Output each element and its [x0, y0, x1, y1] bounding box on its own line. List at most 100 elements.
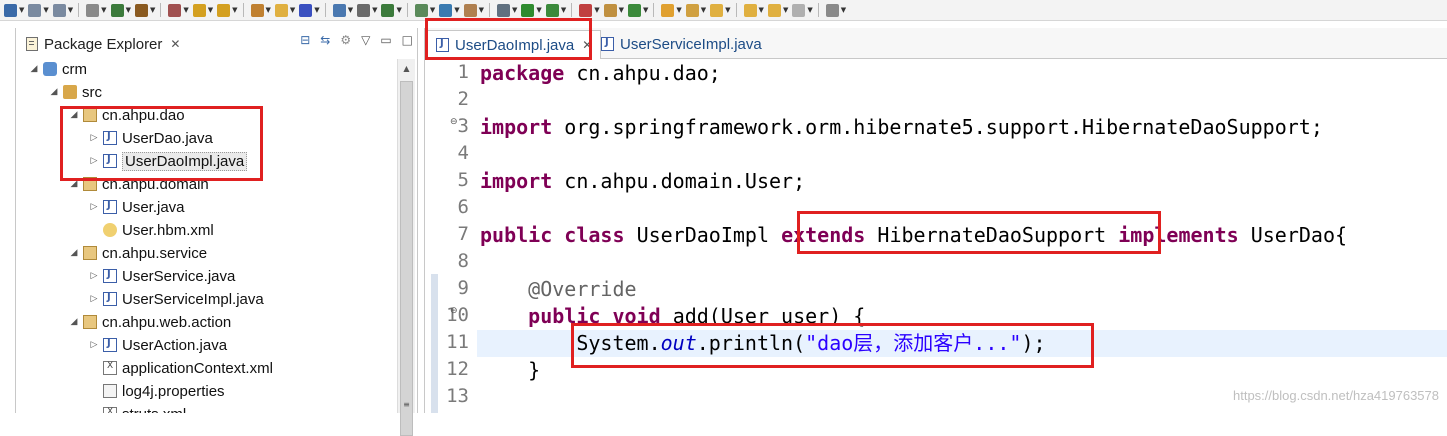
chevron-down-icon[interactable]: ▼: [676, 6, 681, 14]
chevron-down-icon[interactable]: ▼: [126, 6, 131, 14]
coverage-button[interactable]: ▼: [545, 2, 566, 18]
server-button[interactable]: ▼: [497, 2, 517, 18]
chevron-down-icon[interactable]: ▼: [290, 6, 295, 14]
chevron-down-icon[interactable]: ▼: [619, 6, 624, 14]
chevron-down-icon[interactable]: ▼: [266, 6, 271, 14]
save-button[interactable]: ▼: [28, 2, 49, 18]
build-button[interactable]: ▼: [168, 2, 189, 18]
next-annotation-button[interactable]: ▼: [710, 2, 731, 18]
tree-item[interactable]: applicationContext.xml: [88, 357, 273, 379]
search-button[interactable]: ▼: [332, 2, 353, 18]
expanded-twisty-icon[interactable]: ◢: [68, 317, 80, 327]
package-explorer-tab[interactable]: Package Explorer ✕: [16, 30, 180, 58]
run-button[interactable]: ▼: [521, 2, 542, 18]
tree-item[interactable]: ◢ cn.ahpu.domain: [68, 173, 209, 195]
forward-button[interactable]: ▼: [792, 2, 813, 18]
expanded-twisty-icon[interactable]: ◢: [48, 87, 60, 97]
package-button[interactable]: ▼: [250, 2, 271, 18]
tree-item[interactable]: ▷ UserServiceImpl.java: [88, 288, 264, 310]
collapsed-twisty-icon[interactable]: ▷: [88, 202, 100, 212]
tree-item[interactable]: ◢ crm: [28, 58, 87, 80]
undo-button[interactable]: ▼: [192, 2, 213, 18]
chevron-down-icon[interactable]: ▼: [101, 6, 106, 14]
tree-item[interactable]: ◢ cn.ahpu.service: [68, 242, 208, 264]
close-icon[interactable]: ✕: [170, 37, 180, 51]
chevron-down-icon[interactable]: ▼: [314, 6, 319, 14]
chevron-down-icon[interactable]: ▼: [454, 6, 459, 14]
new-class-button[interactable]: ▼: [381, 2, 402, 18]
collapsed-twisty-icon[interactable]: ▷: [88, 156, 100, 166]
collapsed-twisty-icon[interactable]: ▷: [88, 294, 100, 304]
chevron-down-icon[interactable]: ▼: [208, 6, 213, 14]
scroll-up-icon[interactable]: ▲: [398, 61, 415, 77]
tree-item[interactable]: ▷ UserDaoImpl.java: [88, 150, 248, 172]
tree-item[interactable]: User.hbm.xml: [88, 219, 214, 241]
chevron-down-icon[interactable]: ▼: [536, 6, 541, 14]
expanded-twisty-icon[interactable]: ◢: [68, 179, 80, 189]
code-area[interactable]: 1 2 3 4 5 6 7 8 9 10 11 12 13 ⊖ ⊖ package cn.ahpu.dao;…: [425, 59, 1447, 413]
tree-item[interactable]: ▷ UserDao.java: [88, 127, 213, 149]
chevron-down-icon[interactable]: ▼: [725, 6, 730, 14]
chevron-down-icon[interactable]: ▼: [807, 6, 812, 14]
tree-scrollbar[interactable]: ▲ ≡: [397, 59, 415, 436]
chevron-down-icon[interactable]: ▼: [396, 6, 401, 14]
cube-button[interactable]: ▼: [299, 2, 320, 18]
tree-item[interactable]: ◢ cn.ahpu.web.action: [68, 311, 232, 333]
folder-button[interactable]: ▼: [274, 2, 295, 18]
chevron-down-icon[interactable]: ▼: [841, 6, 846, 14]
chevron-down-icon[interactable]: ▼: [643, 6, 648, 14]
refresh-button[interactable]: ▼: [627, 2, 648, 18]
chevron-down-icon[interactable]: ▼: [561, 6, 566, 14]
link-with-editor-icon[interactable]: ⇆: [320, 33, 330, 47]
expanded-twisty-icon[interactable]: ◢: [68, 110, 80, 120]
collapsed-twisty-icon[interactable]: ▷: [88, 271, 100, 281]
fold-icon[interactable]: ⊖: [450, 117, 458, 127]
open-type-button[interactable]: ▼: [603, 2, 624, 18]
minimize-icon[interactable]: ▭: [380, 33, 391, 47]
tree-item[interactable]: ▷ UserService.java: [88, 265, 236, 287]
new-file-button[interactable]: ▼: [414, 2, 435, 18]
focus-icon[interactable]: ⚙: [340, 33, 351, 47]
tree-item[interactable]: ▷ User.java: [88, 196, 185, 218]
tree-item[interactable]: ◢ cn.ahpu.dao: [68, 104, 185, 126]
tab-userdaoimpl[interactable]: UserDaoImpl.java ✕: [427, 30, 602, 59]
chevron-down-icon[interactable]: ▼: [701, 6, 706, 14]
new-button[interactable]: ▼: [4, 2, 24, 18]
redo-button[interactable]: ▼: [217, 2, 238, 18]
tree-item[interactable]: ▷ UserAction.java: [88, 334, 228, 356]
expanded-twisty-icon[interactable]: ◢: [28, 64, 40, 74]
chevron-down-icon[interactable]: ▼: [232, 6, 237, 14]
tree-item[interactable]: struts.xml: [88, 403, 186, 413]
chevron-down-icon[interactable]: ▼: [19, 6, 24, 14]
tree-item[interactable]: log4j.properties: [88, 380, 225, 402]
save-all-button[interactable]: ▼: [52, 2, 73, 18]
chevron-down-icon[interactable]: ▼: [430, 6, 435, 14]
chevron-down-icon[interactable]: ▼: [348, 6, 353, 14]
scroll-thumb[interactable]: [400, 81, 413, 436]
globe-button[interactable]: ▼: [439, 2, 460, 18]
chevron-down-icon[interactable]: ▼: [594, 6, 599, 14]
chevron-down-icon[interactable]: ▼: [512, 6, 517, 14]
open-folder-button[interactable]: ▼: [661, 2, 682, 18]
chevron-down-icon[interactable]: ▼: [68, 6, 73, 14]
back-button[interactable]: ▼: [767, 2, 788, 18]
chevron-down-icon[interactable]: ▼: [372, 6, 377, 14]
pin-button[interactable]: ▼: [825, 2, 846, 18]
previous-annotation-button[interactable]: ▼: [743, 2, 764, 18]
collapsed-twisty-icon[interactable]: ▷: [88, 340, 100, 350]
maximize-icon[interactable]: □: [402, 33, 413, 47]
external-tools-button[interactable]: ▼: [579, 2, 600, 18]
tree-item[interactable]: ◢ src: [48, 81, 102, 103]
close-icon[interactable]: ✕: [582, 38, 592, 52]
wand-button[interactable]: ▼: [357, 2, 377, 18]
pen-button[interactable]: ▼: [685, 2, 706, 18]
chevron-down-icon[interactable]: ▼: [150, 6, 155, 14]
tab-userserviceimpl[interactable]: UserServiceImpl.java: [593, 30, 770, 58]
chevron-down-icon[interactable]: ▼: [183, 6, 188, 14]
scroll-down-icon[interactable]: ≡: [398, 397, 415, 413]
tools-button[interactable]: ▼: [463, 2, 484, 18]
chevron-down-icon[interactable]: ▼: [479, 6, 484, 14]
collapse-all-icon[interactable]: ⊟: [300, 33, 310, 47]
fold-icon[interactable]: ⊖: [450, 306, 458, 316]
chevron-down-icon[interactable]: ▼: [759, 6, 764, 14]
